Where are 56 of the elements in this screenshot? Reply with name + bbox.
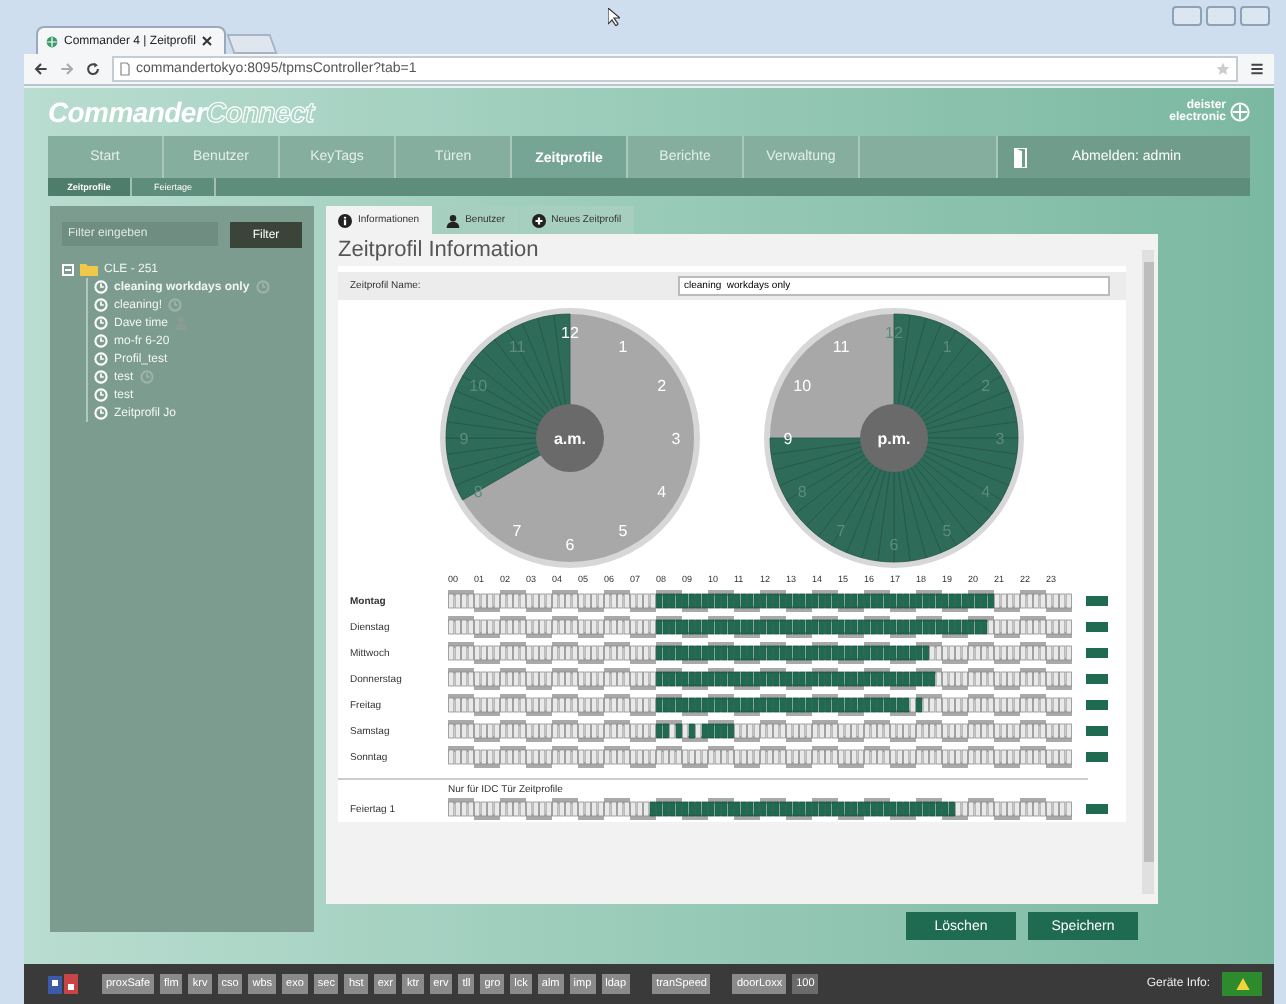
back-icon[interactable] [34, 62, 48, 76]
close-icon[interactable] [201, 36, 212, 46]
clock-number: 2 [657, 377, 667, 395]
folder-icon [80, 262, 98, 276]
time-slot-bar[interactable] [448, 616, 1074, 638]
clock-badge-icon [168, 298, 183, 312]
forward-icon[interactable] [60, 62, 74, 76]
globe-icon [46, 35, 58, 47]
clock-number: 7 [512, 521, 522, 540]
scrollbar[interactable] [1142, 250, 1154, 894]
section-title: Zeitprofil Information [338, 238, 541, 266]
new-tab-button[interactable] [226, 34, 278, 54]
collapse-icon[interactable] [62, 263, 74, 275]
brand-icon [1230, 102, 1250, 122]
clock-number: 5 [618, 521, 628, 540]
warning-icon [1235, 978, 1249, 990]
clock-number: 1 [618, 338, 628, 357]
clock-number: 4 [657, 483, 667, 501]
time-slot-bar[interactable] [448, 642, 1074, 664]
menu-icon[interactable] [1250, 62, 1264, 76]
app-logo: CommanderConnect [48, 96, 314, 128]
close-window-button[interactable] [1240, 6, 1270, 26]
clock-icon [94, 406, 108, 420]
clock-icon [94, 316, 108, 330]
user-icon [445, 213, 460, 227]
clock-icon [94, 388, 108, 402]
clock-icon [94, 334, 108, 348]
cursor-icon [608, 8, 620, 26]
clock-icon [94, 370, 108, 384]
logout-icon[interactable] [1014, 147, 1028, 167]
info-icon [338, 213, 352, 227]
device-status-button[interactable] [1222, 972, 1262, 996]
clock-number: 3 [671, 430, 681, 448]
clock-label: a.m. [554, 430, 586, 448]
star-icon[interactable] [1216, 62, 1230, 76]
maximize-button[interactable] [1206, 6, 1236, 26]
clock-number: 6 [565, 536, 575, 554]
time-slot-bar[interactable] [448, 694, 1074, 716]
page-icon [120, 62, 130, 76]
clock-icon [94, 352, 108, 366]
clock-icon [94, 298, 108, 312]
clock-number: 11 [832, 338, 850, 357]
clock-icon [94, 280, 108, 294]
minimize-button[interactable] [1172, 6, 1202, 26]
clock-badge-icon [139, 370, 154, 384]
time-slot-bar[interactable] [448, 590, 1074, 612]
reload-icon[interactable] [86, 62, 100, 76]
time-slot-bar[interactable] [448, 668, 1074, 690]
time-slot-bar[interactable] [448, 798, 1074, 820]
clock-badge-icon [255, 280, 270, 294]
devices-icon [48, 973, 80, 995]
clock-number: 12 [561, 324, 579, 342]
time-slot-bar[interactable] [448, 720, 1074, 742]
add-icon [531, 213, 546, 227]
clock-number: 10 [793, 377, 812, 395]
clock-label: p.m. [877, 430, 911, 448]
